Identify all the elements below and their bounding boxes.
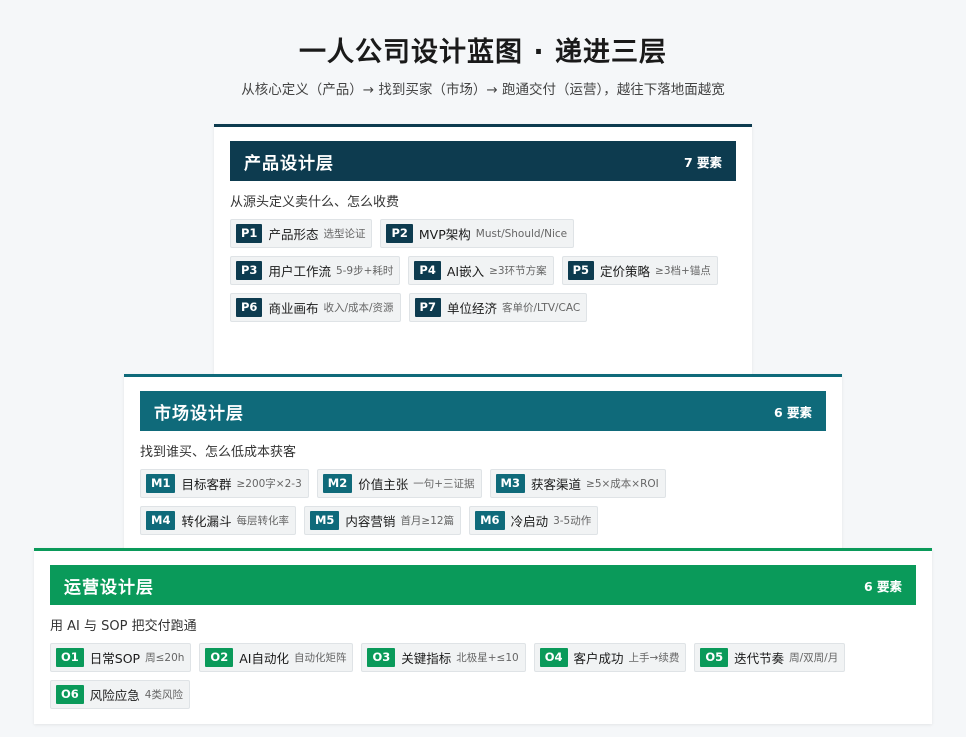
element-code-badge: P1 bbox=[236, 224, 263, 243]
element-name: 产品形态 bbox=[268, 227, 319, 242]
element-code-badge: M6 bbox=[475, 511, 505, 530]
element-chip: M2 价值主张 一句+三证据 bbox=[316, 469, 482, 498]
element-list: M1 目标客群 ≥200字×2-3 M2 价值主张 一句+三证据 M3 获客渠道 ≥5×成本×R… bbox=[140, 469, 826, 535]
element-name: 价值主张 bbox=[358, 477, 409, 492]
element-chip: P2 MVP架构 Must/Should/Nice bbox=[380, 219, 575, 248]
element-chip: O5 迭代节奏 周/双周/月 bbox=[694, 643, 846, 672]
element-name: AI嵌入 bbox=[446, 264, 485, 279]
element-note: 客单价/LTV/CAC bbox=[501, 302, 581, 314]
element-code-badge: P5 bbox=[567, 261, 595, 280]
layer-operations: 运营设计层 6 要素 用 AI 与 SOP 把交付跑通 O1 日常SOP 周≤20h… bbox=[34, 548, 932, 724]
element-code-badge: M5 bbox=[309, 511, 340, 530]
element-note: 周≤20h bbox=[145, 652, 185, 664]
layer-description: 用 AI 与 SOP 把交付跑通 bbox=[50, 619, 197, 634]
element-name: 目标客群 bbox=[181, 477, 232, 492]
element-name: 转化漏斗 bbox=[181, 514, 232, 529]
element-note: ≥3环节方案 bbox=[489, 265, 547, 277]
element-note: 4类风险 bbox=[144, 689, 183, 701]
layer-count-badge: 6 要素 bbox=[863, 578, 902, 594]
element-name: 日常SOP bbox=[89, 651, 141, 666]
element-code-badge: O1 bbox=[56, 648, 84, 667]
element-name: 冷启动 bbox=[510, 514, 549, 529]
element-code-badge: P3 bbox=[236, 261, 263, 280]
layer-description: 找到谁买、怎么低成本获客 bbox=[140, 445, 297, 460]
layer-header: 产品设计层 7 要素 bbox=[230, 141, 736, 181]
element-code-badge: M4 bbox=[146, 511, 176, 530]
layer-description: 从源头定义卖什么、怎么收费 bbox=[230, 195, 400, 210]
layer-count-badge: 6 要素 bbox=[773, 404, 812, 420]
element-note: 每层转化率 bbox=[236, 515, 289, 527]
element-name: 商业画布 bbox=[268, 301, 319, 316]
element-note: 选型论证 bbox=[323, 228, 366, 240]
element-code-badge: O6 bbox=[56, 685, 84, 704]
element-note: 3-5动作 bbox=[553, 515, 592, 527]
element-note: 周/双周/月 bbox=[789, 652, 839, 664]
element-list: O1 日常SOP 周≤20h O2 AI自动化 自动化矩阵 O3 关键指标 北极星+≤10 O4 客… bbox=[50, 643, 916, 709]
element-note: 北极星+≤10 bbox=[456, 652, 519, 664]
element-chip: P5 定价策略 ≥3档+锚点 bbox=[561, 256, 718, 285]
element-note: 首月≥12篇 bbox=[400, 515, 455, 527]
element-chip: P6 商业画布 收入/成本/资源 bbox=[230, 293, 401, 322]
element-note: ≥5×成本×ROI bbox=[586, 478, 659, 490]
element-chip: P1 产品形态 选型论证 bbox=[230, 219, 373, 248]
element-chip: O2 AI自动化 自动化矩阵 bbox=[199, 643, 354, 672]
element-chip: O4 客户成功 上手→续费 bbox=[533, 643, 687, 672]
element-chip: M1 目标客群 ≥200字×2-3 bbox=[140, 469, 309, 498]
element-chip: P3 用户工作流 5-9步+耗时 bbox=[230, 256, 401, 285]
element-code-badge: P7 bbox=[414, 298, 441, 317]
layer-name: 运营设计层 bbox=[64, 577, 154, 598]
element-name: 客户成功 bbox=[573, 651, 624, 666]
element-code-badge: O5 bbox=[700, 648, 729, 667]
element-name: 关键指标 bbox=[401, 651, 452, 666]
element-chip: M5 内容营销 首月≥12篇 bbox=[303, 506, 462, 535]
element-code-badge: M2 bbox=[322, 474, 353, 493]
element-note: Must/Should/Nice bbox=[475, 227, 568, 240]
element-chip: M3 获客渠道 ≥5×成本×ROI bbox=[489, 469, 666, 498]
element-name: MVP架构 bbox=[418, 227, 471, 242]
element-chip: P7 单位经济 客单价/LTV/CAC bbox=[408, 293, 588, 322]
element-note: ≥200字×2-3 bbox=[236, 478, 302, 490]
element-name: 用户工作流 bbox=[268, 264, 331, 279]
layer-header: 市场设计层 6 要素 bbox=[140, 391, 826, 431]
element-note: 上手→续费 bbox=[628, 652, 680, 664]
element-code-badge: P2 bbox=[386, 224, 413, 243]
element-name: 风险应急 bbox=[89, 688, 140, 703]
element-note: ≥3档+锚点 bbox=[655, 265, 711, 277]
element-name: 内容营销 bbox=[345, 514, 396, 529]
layer-name: 市场设计层 bbox=[154, 403, 244, 424]
element-code-badge: P4 bbox=[414, 261, 441, 280]
element-chip: M6 冷启动 3-5动作 bbox=[469, 506, 599, 535]
page-subtitle: 从核心定义（产品）→ 找到买家（市场）→ 跑通交付（运营），越往下落地面越宽 bbox=[241, 82, 725, 98]
page-title: 一人公司设计蓝图 · 递进三层 bbox=[298, 37, 668, 68]
element-code-badge: P6 bbox=[236, 298, 263, 317]
element-name: 单位经济 bbox=[446, 301, 497, 316]
element-chip: M4 转化漏斗 每层转化率 bbox=[140, 506, 296, 535]
element-chip: O3 关键指标 北极星+≤10 bbox=[361, 643, 526, 672]
element-note: 收入/成本/资源 bbox=[323, 302, 394, 314]
element-code-badge: O4 bbox=[539, 648, 568, 667]
element-note: 自动化矩阵 bbox=[293, 652, 347, 664]
element-name: 定价策略 bbox=[600, 264, 651, 279]
element-note: 一句+三证据 bbox=[413, 478, 475, 490]
layer-market: 市场设计层 6 要素 找到谁买、怎么低成本获客 M1 目标客群 ≥200字×2-3 M… bbox=[124, 374, 842, 552]
element-name: AI自动化 bbox=[239, 651, 289, 666]
element-code-badge: M1 bbox=[146, 474, 176, 493]
element-name: 迭代节奏 bbox=[734, 651, 785, 666]
layer-header: 运营设计层 6 要素 bbox=[50, 565, 916, 605]
element-chip: O6 风险应急 4类风险 bbox=[50, 680, 190, 709]
element-note: 5-9步+耗时 bbox=[335, 265, 394, 277]
layer-count-badge: 7 要素 bbox=[683, 154, 722, 170]
layer-product: 产品设计层 7 要素 从源头定义卖什么、怎么收费 P1 产品形态 选型论证 P2 MVP… bbox=[214, 124, 752, 384]
layer-name: 产品设计层 bbox=[244, 153, 334, 174]
element-code-badge: M3 bbox=[495, 474, 525, 493]
element-code-badge: O3 bbox=[367, 648, 396, 667]
element-list: P1 产品形态 选型论证 P2 MVP架构 Must/Should/Nice P3 用户工作流… bbox=[230, 219, 736, 322]
element-name: 获客渠道 bbox=[531, 477, 582, 492]
element-code-badge: O2 bbox=[205, 648, 234, 667]
element-chip: O1 日常SOP 周≤20h bbox=[50, 643, 192, 672]
element-chip: P4 AI嵌入 ≥3环节方案 bbox=[408, 256, 554, 285]
